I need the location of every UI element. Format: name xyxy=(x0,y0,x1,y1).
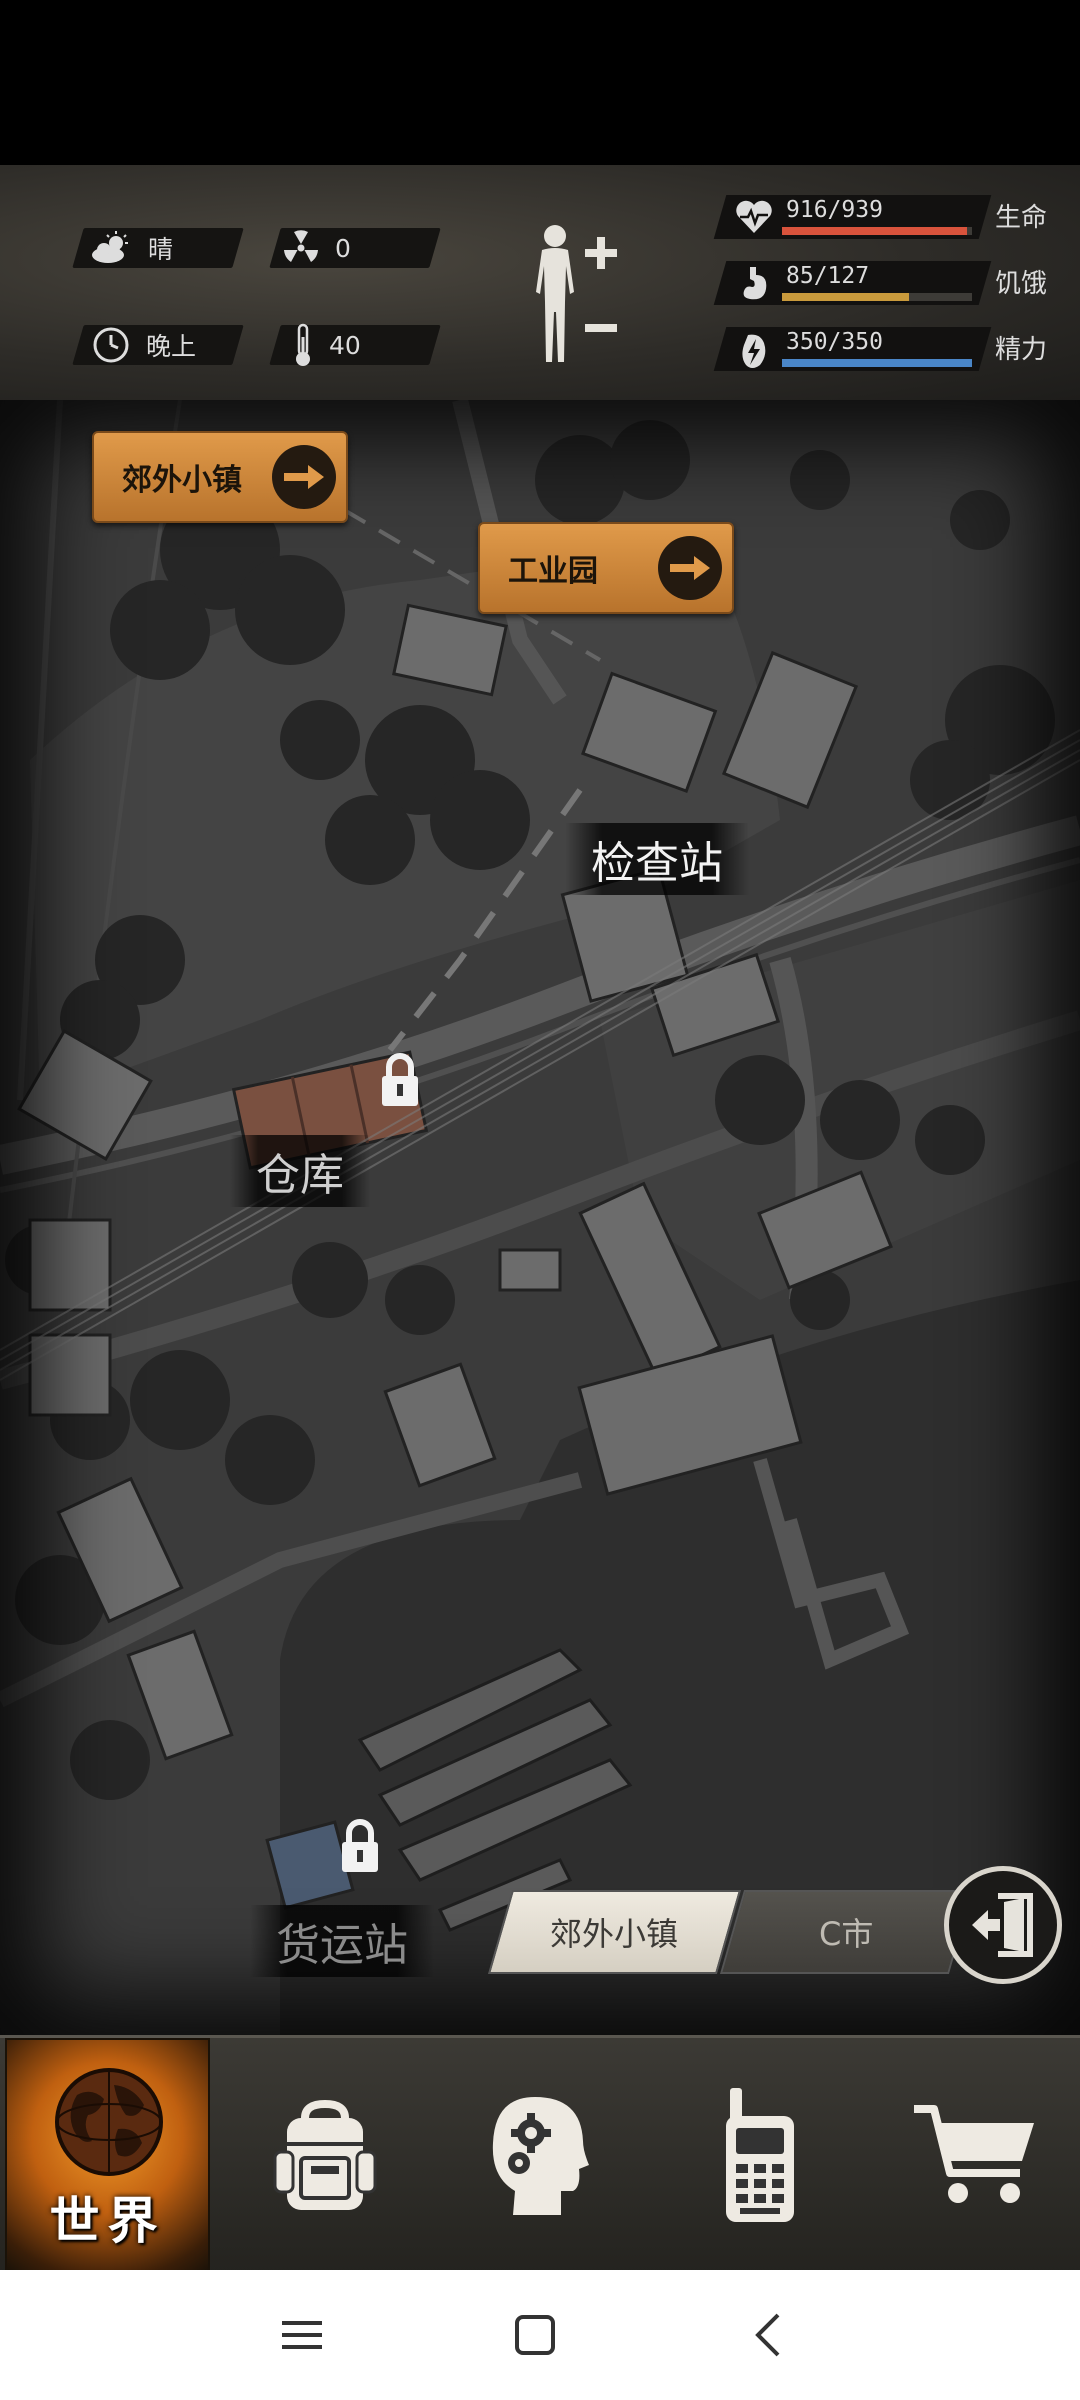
lock-icon xyxy=(342,1819,378,1872)
warehouse-location[interactable]: 仓库 xyxy=(230,1135,370,1207)
goto-industrial-park-label: 工业园 xyxy=(508,554,598,589)
nav-radio[interactable] xyxy=(675,2038,845,2273)
freight-station-location[interactable]: 货运站 xyxy=(250,1905,434,1977)
region-tab-suburb-town-label: 郊外小镇 xyxy=(550,1915,679,1953)
goto-suburb-town-button[interactable]: 郊外小镇 xyxy=(92,431,348,523)
thermometer-icon xyxy=(296,323,310,366)
checkpoint-location[interactable]: 检查站 xyxy=(565,823,749,895)
health-stat: 916/939 生命 xyxy=(713,195,1060,239)
world-map[interactable]: 郊外小镇 工业园 检查站 仓库 货运站 xyxy=(0,400,1080,2035)
lightning-icon xyxy=(742,334,766,368)
heart-icon xyxy=(736,200,772,233)
exit-door-icon xyxy=(972,1893,1033,1957)
system-nav-bar xyxy=(0,2270,1080,2400)
time-of-day-text: 晚上 xyxy=(146,332,197,361)
region-tab-c-city-label: C市 xyxy=(819,1915,874,1953)
energy-value: 350/350 xyxy=(786,329,883,355)
hunger-value: 85/127 xyxy=(786,263,870,289)
goto-industrial-park-button[interactable]: 工业园 xyxy=(478,522,734,614)
menu-icon[interactable] xyxy=(272,2305,332,2365)
arrow-right-icon xyxy=(272,445,336,509)
energy-stat: 350/350 精力 xyxy=(713,327,1060,371)
region-tab-suburb-town[interactable]: 郊外小镇 xyxy=(487,1890,742,1974)
health-label: 生命 xyxy=(995,203,1048,233)
plus-icon[interactable] xyxy=(582,234,620,272)
hunger-label: 饥饿 xyxy=(995,269,1048,299)
radio-icon xyxy=(726,2087,794,2222)
stomach-icon xyxy=(743,267,767,300)
character-body-button[interactable] xyxy=(520,222,620,372)
minus-icon[interactable] xyxy=(582,322,620,334)
health-bar xyxy=(782,227,972,235)
region-tab-c-city[interactable]: C市 xyxy=(719,1890,974,1974)
head-gears-icon xyxy=(492,2096,589,2215)
globe-icon xyxy=(55,2068,163,2176)
cloud-sun-icon xyxy=(92,231,128,263)
nav-shop[interactable] xyxy=(890,2038,1060,2273)
map-terrain xyxy=(0,400,1080,2035)
nav-skills[interactable] xyxy=(455,2038,625,2273)
status-bar-area xyxy=(0,0,1080,165)
goto-suburb-town-label: 郊外小镇 xyxy=(122,463,242,498)
shopping-cart-icon xyxy=(914,2104,1034,2203)
clock-icon xyxy=(93,327,129,363)
arrow-right-icon xyxy=(658,536,722,600)
hud-panel: 晴 0 晚上 40 916/939 生命 85/127 饥饿 350/350 精… xyxy=(0,165,1080,403)
backpack-icon xyxy=(273,2099,377,2210)
bottom-nav: 世界 xyxy=(0,2035,1080,2273)
health-value: 916/939 xyxy=(786,197,883,223)
hunger-stat: 85/127 饥饿 xyxy=(713,261,1060,305)
home-icon[interactable] xyxy=(505,2305,565,2365)
hunger-bar xyxy=(782,293,972,301)
radiation-indicator: 0 xyxy=(283,228,351,268)
energy-bar xyxy=(782,359,972,367)
weather-text: 晴 xyxy=(148,235,174,264)
weather-indicator: 晴 xyxy=(90,228,173,268)
back-icon[interactable] xyxy=(740,2305,800,2365)
temperature-value: 40 xyxy=(329,330,361,360)
nav-backpack[interactable] xyxy=(240,2038,410,2273)
energy-label: 精力 xyxy=(995,335,1048,365)
temperature-indicator: 40 xyxy=(293,322,361,368)
exit-button[interactable] xyxy=(944,1866,1062,1984)
nav-world-label: 世界 xyxy=(49,2192,166,2250)
lock-icon xyxy=(382,1053,418,1106)
radiation-icon xyxy=(284,230,318,262)
time-indicator: 晚上 xyxy=(92,325,196,365)
radiation-value: 0 xyxy=(335,233,351,263)
nav-world[interactable]: 世界 xyxy=(5,2038,210,2273)
